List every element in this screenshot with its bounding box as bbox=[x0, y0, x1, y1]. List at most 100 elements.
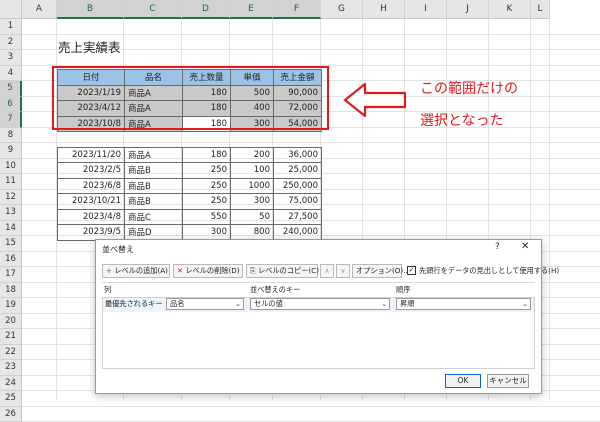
grid-hline bbox=[22, 34, 600, 35]
table-cell[interactable]: 27,500 bbox=[274, 209, 322, 225]
row-header-8[interactable]: 8 bbox=[0, 128, 22, 144]
row-header-2[interactable]: 2 bbox=[0, 35, 22, 51]
row-header-17[interactable]: 17 bbox=[0, 267, 22, 283]
row-header-25[interactable]: 25 bbox=[0, 391, 22, 407]
sheet-title: 売上実績表 bbox=[58, 37, 121, 56]
table-cell[interactable]: 2023/11/20 bbox=[58, 147, 125, 163]
row-header-7[interactable]: 7 bbox=[0, 112, 22, 128]
column-header-b[interactable]: B bbox=[57, 0, 124, 19]
table-cell[interactable]: 商品A bbox=[125, 147, 183, 163]
row-header-3[interactable]: 3 bbox=[0, 50, 22, 66]
table-cell[interactable]: 1000 bbox=[231, 178, 274, 194]
blank-cell[interactable] bbox=[58, 132, 322, 148]
move-up-button[interactable]: ∧ bbox=[320, 264, 334, 278]
chevron-down-icon: ⌄ bbox=[381, 299, 387, 309]
column-header-i[interactable]: I bbox=[405, 0, 447, 19]
left-arrow-icon bbox=[343, 82, 409, 118]
cancel-button[interactable]: キャンセル bbox=[487, 374, 529, 388]
row-header-19[interactable]: 19 bbox=[0, 298, 22, 314]
column-header-f[interactable]: F bbox=[273, 0, 321, 19]
options-button[interactable]: オプション(O)... bbox=[352, 264, 402, 278]
table-cell[interactable]: 75,000 bbox=[274, 194, 322, 210]
row-header-1[interactable]: 1 bbox=[0, 19, 22, 35]
row-header-16[interactable]: 16 bbox=[0, 252, 22, 268]
row-header-4[interactable]: 4 bbox=[0, 66, 22, 82]
table-cell[interactable]: 商品D bbox=[125, 225, 183, 241]
table-cell[interactable]: 200 bbox=[231, 147, 274, 163]
delete-x-icon: ✕ bbox=[177, 266, 183, 275]
table-cell[interactable]: 2023/9/5 bbox=[58, 225, 125, 241]
table-cell[interactable]: 240,000 bbox=[274, 225, 322, 241]
column-header-c[interactable]: C bbox=[124, 0, 182, 19]
add-level-button[interactable]: + レベルの追加(A) bbox=[102, 264, 170, 278]
table-row: 2023/2/5商品B25010025,000 bbox=[58, 163, 322, 179]
column-header-a[interactable]: A bbox=[22, 0, 57, 19]
delete-level-button[interactable]: ✕ レベルの削除(D) bbox=[173, 264, 243, 278]
column-header-h[interactable]: H bbox=[363, 0, 405, 19]
table-cell[interactable]: 250 bbox=[183, 194, 231, 210]
row-header-10[interactable]: 10 bbox=[0, 159, 22, 175]
move-down-button[interactable]: ∨ bbox=[336, 264, 350, 278]
header-row-label: 先頭行をデータの見出しとして使用する(H) bbox=[419, 266, 559, 276]
column-header-d[interactable]: D bbox=[182, 0, 230, 19]
column-header-g[interactable]: G bbox=[321, 0, 363, 19]
row-header-12[interactable]: 12 bbox=[0, 190, 22, 206]
row-header-15[interactable]: 15 bbox=[0, 236, 22, 252]
table-cell[interactable]: 300 bbox=[183, 225, 231, 241]
copy-level-button[interactable]: ⎘ レベルのコピー(C) bbox=[246, 264, 318, 278]
column-header-l[interactable]: L bbox=[531, 0, 550, 19]
table-cell[interactable]: 2023/6/8 bbox=[58, 178, 125, 194]
row-header-6[interactable]: 6 bbox=[0, 97, 22, 113]
plus-icon: + bbox=[106, 266, 112, 275]
delete-level-label: レベルの削除(D) bbox=[185, 266, 239, 275]
column-header-e[interactable]: E bbox=[230, 0, 273, 19]
table-cell[interactable]: 250 bbox=[183, 178, 231, 194]
column-header-j[interactable]: J bbox=[447, 0, 489, 19]
row-header-14[interactable]: 14 bbox=[0, 221, 22, 237]
table-cell[interactable]: 2023/10/21 bbox=[58, 194, 125, 210]
row-header-21[interactable]: 21 bbox=[0, 329, 22, 345]
help-button[interactable]: ? bbox=[495, 242, 500, 252]
row-header-11[interactable]: 11 bbox=[0, 174, 22, 190]
close-button[interactable]: ✕ bbox=[521, 241, 529, 252]
table-cell[interactable]: 25,000 bbox=[274, 163, 322, 179]
row-header-24[interactable]: 24 bbox=[0, 376, 22, 392]
table-cell[interactable]: 250 bbox=[183, 163, 231, 179]
sort-on-header-label: 並べ替えのキー bbox=[250, 285, 300, 295]
ok-button[interactable]: OK bbox=[445, 374, 481, 388]
row-header-26[interactable]: 26 bbox=[0, 407, 22, 422]
row-header-13[interactable]: 13 bbox=[0, 205, 22, 221]
dialog-title: 並べ替え bbox=[102, 244, 134, 255]
table-cell[interactable]: 550 bbox=[183, 209, 231, 225]
table-cell[interactable]: 50 bbox=[231, 209, 274, 225]
table-cell[interactable]: 250,000 bbox=[274, 178, 322, 194]
select-all-corner[interactable] bbox=[0, 0, 22, 19]
table-cell[interactable]: 2023/4/8 bbox=[58, 209, 125, 225]
sort-on-dropdown[interactable]: セルの値 ⌄ bbox=[250, 298, 390, 310]
table-cell[interactable]: 商品B bbox=[125, 194, 183, 210]
table-cell[interactable]: 商品B bbox=[125, 163, 183, 179]
sort-on-value: セルの値 bbox=[254, 299, 283, 308]
annotation-line-2: 選択となった bbox=[420, 110, 504, 130]
order-value: 昇順 bbox=[400, 299, 414, 308]
table-cell[interactable]: 2023/2/5 bbox=[58, 163, 125, 179]
row-header-18[interactable]: 18 bbox=[0, 283, 22, 299]
order-dropdown[interactable]: 昇順 ⌄ bbox=[396, 298, 531, 310]
table-cell[interactable]: 商品C bbox=[125, 209, 183, 225]
table-cell[interactable]: 180 bbox=[183, 147, 231, 163]
row-header-23[interactable]: 23 bbox=[0, 360, 22, 376]
column-header-k[interactable]: K bbox=[489, 0, 531, 19]
table-cell[interactable]: 商品B bbox=[125, 178, 183, 194]
sort-column-dropdown[interactable]: 品名 ⌄ bbox=[166, 298, 244, 310]
table-row: 2023/4/8商品C5505027,500 bbox=[58, 209, 322, 225]
table-cell[interactable]: 36,000 bbox=[274, 147, 322, 163]
row-header-9[interactable]: 9 bbox=[0, 143, 22, 159]
row-header-5[interactable]: 5 bbox=[0, 81, 22, 97]
chevron-down-icon: ⌄ bbox=[235, 299, 241, 309]
table-cell[interactable]: 800 bbox=[231, 225, 274, 241]
row-header-22[interactable]: 22 bbox=[0, 345, 22, 361]
table-cell[interactable]: 300 bbox=[231, 194, 274, 210]
header-row-checkbox[interactable]: ✓ bbox=[407, 266, 416, 275]
row-header-20[interactable]: 20 bbox=[0, 314, 22, 330]
table-cell[interactable]: 100 bbox=[231, 163, 274, 179]
